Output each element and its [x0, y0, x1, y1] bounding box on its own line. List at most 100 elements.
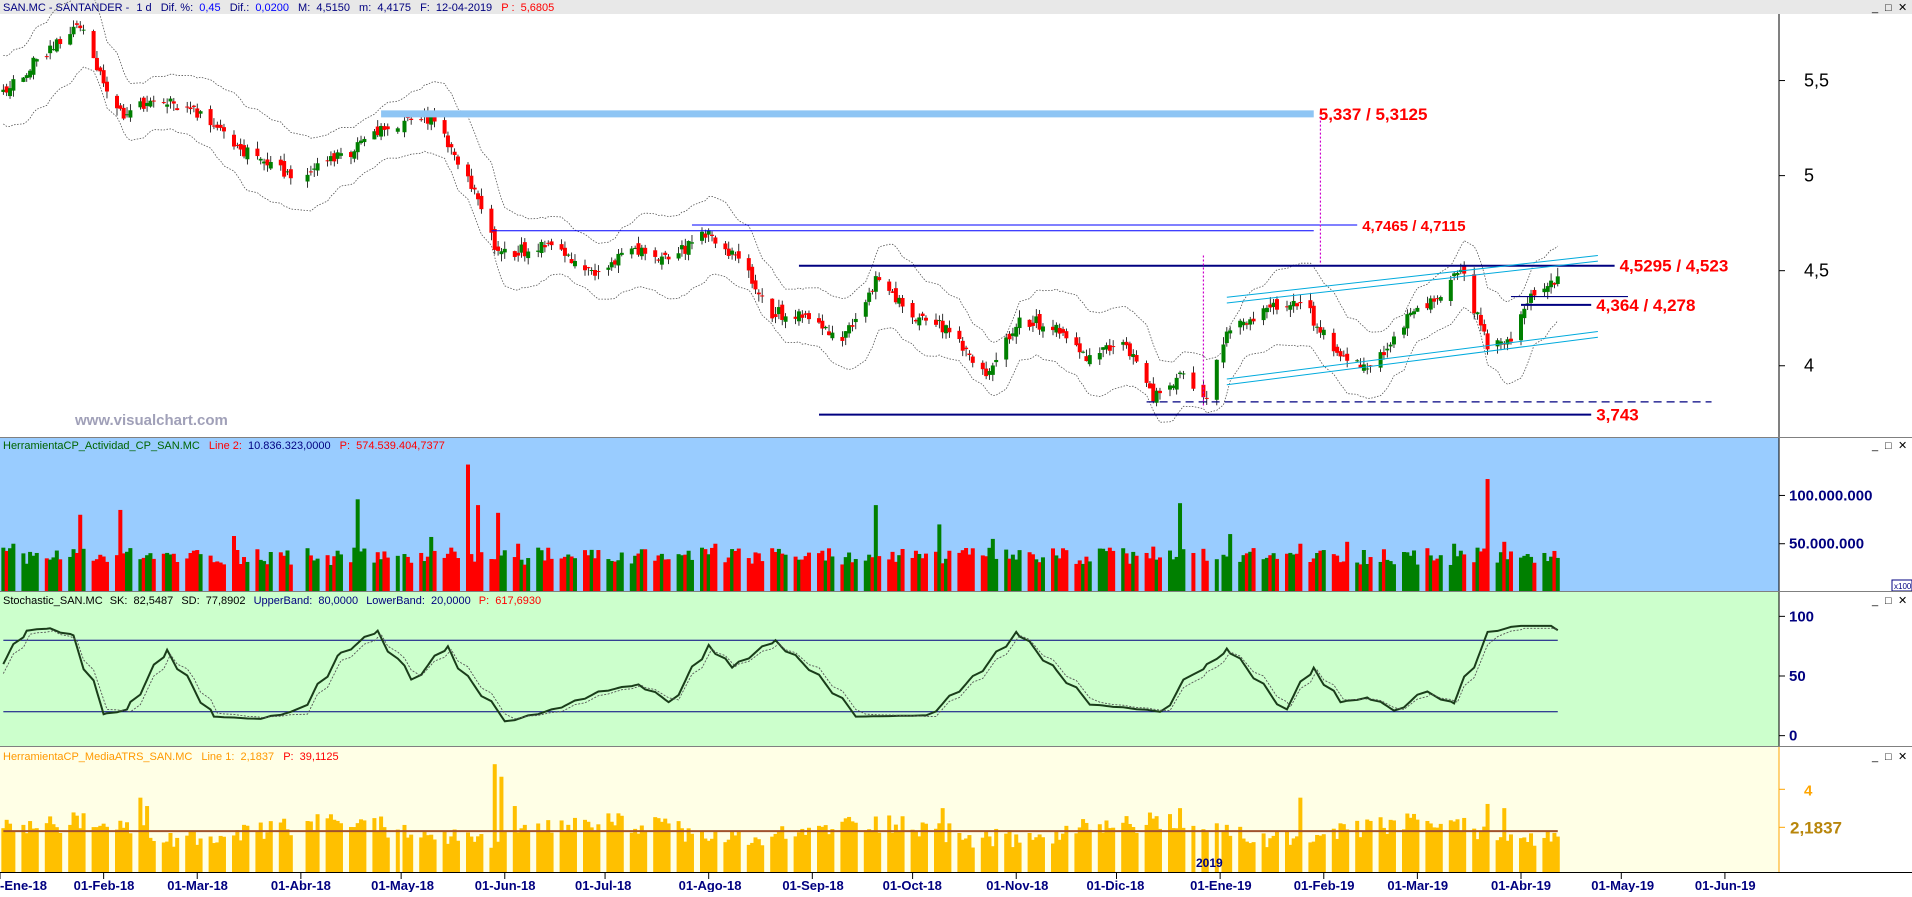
lower-band-value: 20,0000 — [431, 595, 471, 607]
candle-body — [1214, 359, 1219, 400]
stochastic-panel: Stochastic_SAN.MC SK: 82,5487 SD: 77,890… — [0, 592, 1912, 747]
candle-body — [753, 280, 758, 290]
candle-body — [104, 81, 109, 92]
x-tick-label: 01-Sep-18 — [782, 878, 843, 892]
level-label: 4,364 / 4,278 — [1596, 296, 1695, 315]
atr-p-value: 39,1125 — [300, 751, 339, 763]
x-tick-label: 01-Mar-18 — [167, 878, 228, 892]
atr-bar — [58, 832, 63, 873]
sd-label: SD: — [181, 595, 199, 607]
candle — [1214, 359, 1219, 406]
close-icon[interactable]: ✕ — [1898, 751, 1907, 763]
volume-bar — [572, 558, 577, 592]
min-label: m: — [359, 2, 371, 14]
volume-bar — [288, 564, 293, 592]
candle-body — [756, 292, 761, 295]
volume-bar — [338, 554, 343, 592]
volume-bar — [395, 555, 400, 592]
atr-bar — [970, 847, 975, 873]
close-icon[interactable]: ✕ — [1898, 2, 1907, 14]
volume-bar — [900, 548, 905, 592]
candle-body — [385, 126, 390, 130]
price-tick-label: 4,5 — [1804, 261, 1829, 281]
volume-bar — [455, 558, 460, 592]
candle-body — [964, 347, 969, 350]
candle-body — [268, 162, 273, 169]
volume-bar — [666, 559, 671, 592]
minimize-icon[interactable]: _ — [1871, 595, 1879, 607]
dif-pct-label: Dif. %: — [161, 2, 193, 14]
x-tick-label: 01-Ago-18 — [679, 878, 742, 892]
atr-bar — [1181, 827, 1186, 873]
candle-body — [689, 242, 694, 244]
candle-body — [1107, 345, 1112, 351]
volume-bar — [1111, 550, 1116, 592]
candle-body — [663, 252, 668, 255]
candle-body — [161, 102, 166, 104]
atr-bar — [1298, 797, 1303, 873]
candle-body — [1385, 348, 1390, 351]
min-value: 4,4175 — [377, 2, 411, 14]
volume-bar — [760, 561, 765, 592]
close-icon[interactable]: ✕ — [1898, 440, 1907, 452]
maximize-icon[interactable]: □ — [1885, 751, 1892, 763]
volume-bar — [1321, 550, 1326, 592]
maximize-icon[interactable]: □ — [1885, 2, 1892, 14]
candle-body — [1298, 302, 1303, 304]
atr-bar — [549, 832, 554, 873]
chart-canvas[interactable]: SAN.MC - SANTANDER - 1 d Dif. %: 0,45 Di… — [0, 0, 1912, 893]
volume-bar — [830, 556, 835, 592]
candle-body — [208, 109, 213, 126]
atr-bar — [175, 837, 180, 873]
price-tick-label: 5 — [1804, 166, 1814, 186]
maximize-icon[interactable]: □ — [1885, 595, 1892, 607]
volume-bar — [432, 550, 437, 592]
atr-tick-label: 2,1837 — [1790, 818, 1842, 837]
stochastic-p-value: 617,6930 — [495, 595, 541, 607]
candle-body — [91, 31, 96, 59]
candle-body — [232, 134, 236, 147]
candle-body — [1519, 314, 1523, 341]
candle-body — [1365, 368, 1370, 370]
atr-bar — [619, 815, 624, 873]
atr-bar — [1508, 834, 1513, 873]
x-tick-label: 01-Jul-18 — [575, 878, 631, 892]
candle-body — [395, 128, 400, 132]
candle-body — [355, 142, 360, 153]
candle-body — [1485, 333, 1490, 350]
chart-window: SAN.MC - SANTANDER - 1 d Dif. %: 0,45 Di… — [0, 0, 1912, 893]
candle-body — [970, 356, 975, 363]
volume-bar — [221, 564, 226, 592]
candle-body — [21, 77, 26, 82]
atr-bar — [1191, 825, 1196, 873]
candle-body — [282, 161, 287, 177]
volume-bar — [1064, 550, 1069, 592]
candle-body — [947, 327, 952, 333]
volume-bar — [1391, 564, 1396, 592]
candle-body — [496, 246, 501, 251]
candle-body — [1157, 390, 1162, 394]
maximize-icon[interactable]: □ — [1885, 440, 1892, 452]
x-tick-label: 01-Nov-18 — [986, 878, 1048, 892]
candle-body — [917, 317, 922, 326]
stochastic-p-label: P: — [479, 595, 489, 607]
atr-bar — [81, 813, 86, 873]
candle-body — [830, 332, 835, 339]
candle-body — [466, 164, 470, 177]
minimize-icon[interactable]: _ — [1871, 751, 1879, 763]
candle-body — [121, 107, 126, 119]
candle-body — [653, 250, 658, 257]
close-icon[interactable]: ✕ — [1898, 595, 1907, 607]
volume-bar — [1415, 564, 1420, 592]
volume-bar — [1087, 561, 1092, 592]
stochastic-title: Stochastic_SAN.MC — [3, 595, 103, 607]
atr-bar — [1321, 834, 1326, 873]
minimize-icon[interactable]: _ — [1871, 440, 1879, 452]
volume-bar — [34, 552, 39, 592]
minimize-icon[interactable]: _ — [1871, 2, 1879, 14]
volume-bar — [1555, 557, 1560, 592]
stochastic-tick-label: 0 — [1789, 728, 1797, 745]
x-tick-label: 01-Feb-18 — [74, 878, 135, 892]
volume-axis-background — [1779, 438, 1912, 592]
atr-bar — [502, 831, 507, 873]
